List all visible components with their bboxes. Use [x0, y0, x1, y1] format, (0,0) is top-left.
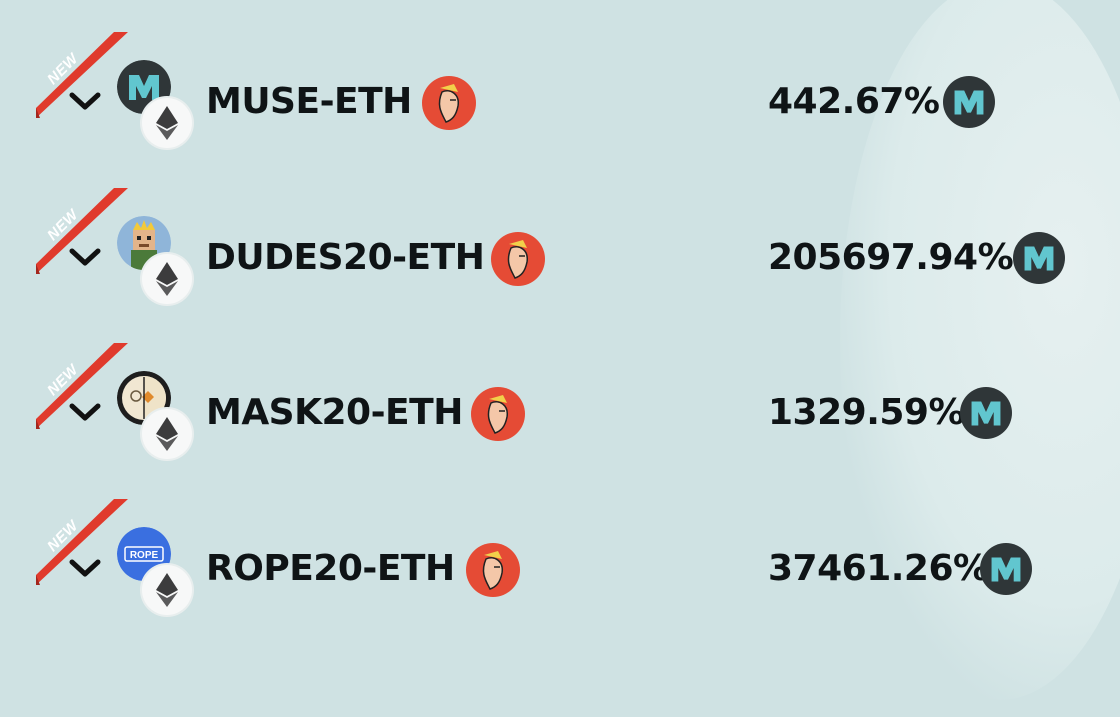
chevron-down-icon[interactable] — [68, 557, 102, 579]
pair-name: MASK20-ETH — [206, 392, 463, 433]
pool-row-muse-eth[interactable]: NEW MUSE-ETH 442.67% — [0, 32, 1120, 250]
eth-token-icon — [142, 254, 192, 304]
eth-token-icon — [142, 565, 192, 615]
project-avatar-icon — [422, 76, 476, 130]
pair-name: ROPE20-ETH — [206, 548, 455, 589]
muse-reward-icon — [943, 76, 995, 128]
eth-token-icon — [142, 98, 192, 148]
pool-row-rope20-eth[interactable]: NEW ROPE ROPE20-ETH 37461.26% — [0, 499, 1120, 717]
apr-value: 205697.94% — [768, 237, 1014, 278]
muse-reward-icon — [960, 387, 1012, 439]
chevron-down-icon[interactable] — [68, 246, 102, 268]
project-avatar-icon — [466, 543, 520, 597]
pair-name: DUDES20-ETH — [206, 237, 485, 278]
chevron-down-icon[interactable] — [68, 401, 102, 423]
project-avatar-icon — [491, 232, 545, 286]
eth-token-icon — [142, 409, 192, 459]
pool-row-dudes20-eth[interactable]: NEW DUDES20-ETH 205697.94% — [0, 188, 1120, 406]
project-avatar-icon — [471, 387, 525, 441]
chevron-down-icon[interactable] — [68, 90, 102, 112]
rope-logo-text: ROPE — [130, 550, 159, 561]
apr-value: 37461.26% — [768, 548, 989, 589]
pair-name: MUSE-ETH — [206, 81, 412, 122]
muse-reward-icon — [1013, 232, 1065, 284]
apr-value: 442.67% — [768, 81, 940, 122]
apr-value: 1329.59% — [768, 392, 965, 433]
pool-row-mask20-eth[interactable]: NEW MASK20-ETH 1329.59% — [0, 343, 1120, 561]
muse-reward-icon — [980, 543, 1032, 595]
